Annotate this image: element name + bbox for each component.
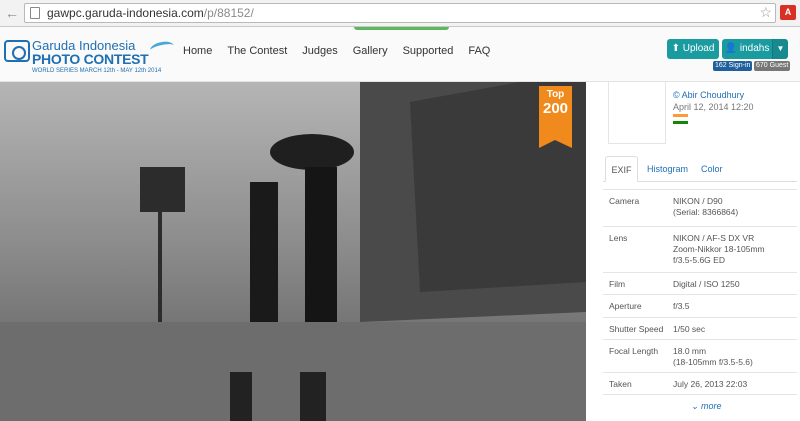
- notification-strip: [354, 27, 449, 30]
- author-name[interactable]: © Abir Choudhury: [673, 90, 744, 100]
- exif-value: NIKON / AF-S DX VR Zoom-Nikkor 18-105mm …: [673, 233, 765, 265]
- logo-tagline: WORLD SERIES MARCH 12th - MAY 12th 2014: [32, 68, 162, 74]
- exif-label: Film: [609, 279, 626, 289]
- tab-histogram[interactable]: Histogram: [647, 156, 688, 182]
- exif-row: Lens NIKON / AF-S DX VR Zoom-Nikkor 18-1…: [603, 227, 797, 273]
- india-flag-icon: [673, 114, 688, 124]
- exif-value: Digital / ISO 1250: [673, 279, 740, 289]
- flag-stripe: [673, 120, 688, 124]
- site-logo[interactable]: Garuda Indonesia PHOTO CONTEST WORLD SER…: [4, 38, 175, 78]
- upload-button[interactable]: ⬆ Upload: [667, 39, 719, 59]
- exif-label: Shutter Speed: [609, 324, 664, 334]
- nav-the-contest[interactable]: The Contest: [227, 45, 287, 57]
- signin-count-badge: 162 Sign-in: [713, 61, 753, 71]
- nav-supported[interactable]: Supported: [403, 45, 454, 57]
- page-icon: [30, 7, 40, 19]
- exif-value: f/3.5: [673, 301, 690, 311]
- address-bar[interactable]: gawpc.garuda-indonesia.com/p/88152/: [24, 3, 776, 23]
- exif-label: Taken: [609, 379, 632, 389]
- exif-table: Camera NIKON / D90 (Serial: 8366864) Len…: [603, 189, 797, 395]
- ribbon-label: Top: [546, 89, 565, 100]
- user-label: indahs: [739, 43, 770, 54]
- garuda-bird-icon: [149, 39, 175, 57]
- exif-row: Camera NIKON / D90 (Serial: 8366864): [603, 189, 797, 227]
- exif-value: NIKON / D90 (Serial: 8366864): [673, 196, 739, 217]
- exif-label: Focal Length: [609, 346, 659, 356]
- back-arrow-icon[interactable]: ←: [4, 5, 20, 21]
- details-tabs: EXIF Histogram Color: [603, 156, 797, 182]
- user-icon: 👤: [724, 43, 740, 54]
- exif-label: Camera: [609, 196, 640, 206]
- exif-row: Film Digital / ISO 1250: [603, 273, 797, 295]
- upload-label: Upload: [682, 43, 715, 54]
- tab-color[interactable]: Color: [701, 156, 723, 182]
- extension-icon[interactable]: A: [780, 5, 796, 20]
- upload-arrow-icon: ⬆: [671, 43, 683, 54]
- exif-row: Taken July 26, 2013 22:03: [603, 373, 797, 395]
- ribbon-rank: 200: [542, 100, 569, 117]
- nav-gallery[interactable]: Gallery: [353, 45, 388, 57]
- exif-label: Lens: [609, 233, 628, 243]
- user-menu-caret-icon[interactable]: ▼: [772, 39, 788, 59]
- exif-row: Focal Length 18.0 mm (18-105mm f/3.5-5.6…: [603, 340, 797, 373]
- more-link[interactable]: ⌄ more: [691, 401, 722, 412]
- photo-date: April 12, 2014 12:20: [673, 102, 754, 112]
- nav-judges[interactable]: Judges: [302, 45, 337, 57]
- exif-value: 18.0 mm (18-105mm f/3.5-5.6): [673, 346, 753, 367]
- author-avatar[interactable]: [608, 82, 666, 144]
- exif-value: 1/50 sec: [673, 324, 706, 334]
- guest-count-badge: 670 Guest: [754, 61, 791, 71]
- nav-faq[interactable]: FAQ: [468, 45, 490, 57]
- exif-label: Aperture: [609, 301, 642, 311]
- user-menu-button[interactable]: 👤 indahs: [722, 39, 772, 59]
- nav-home[interactable]: Home: [183, 45, 212, 57]
- exif-row: Aperture f/3.5: [603, 295, 797, 318]
- url-host: gawpc.garuda-indonesia.com: [47, 6, 204, 20]
- main-nav: Home The Contest Judges Gallery Supporte…: [183, 45, 505, 57]
- browser-toolbar: ← gawpc.garuda-indonesia.com/p/88152/ ☆ …: [0, 0, 800, 27]
- contest-photo[interactable]: [0, 82, 586, 421]
- exif-row: Shutter Speed 1/50 sec: [603, 318, 797, 340]
- logo-contest: PHOTO CONTEST: [32, 51, 149, 67]
- more-label: more: [701, 401, 722, 411]
- chevron-down-icon: ⌄: [691, 401, 702, 411]
- camera-logo-icon: [4, 40, 30, 62]
- url-path: /p/88152/: [203, 6, 254, 20]
- exif-value: July 26, 2013 22:03: [673, 379, 748, 389]
- top200-ribbon: Top 200: [539, 86, 572, 148]
- tab-exif[interactable]: EXIF: [605, 156, 638, 182]
- photo-image: [0, 82, 586, 421]
- bookmark-star-icon[interactable]: ☆: [759, 4, 772, 20]
